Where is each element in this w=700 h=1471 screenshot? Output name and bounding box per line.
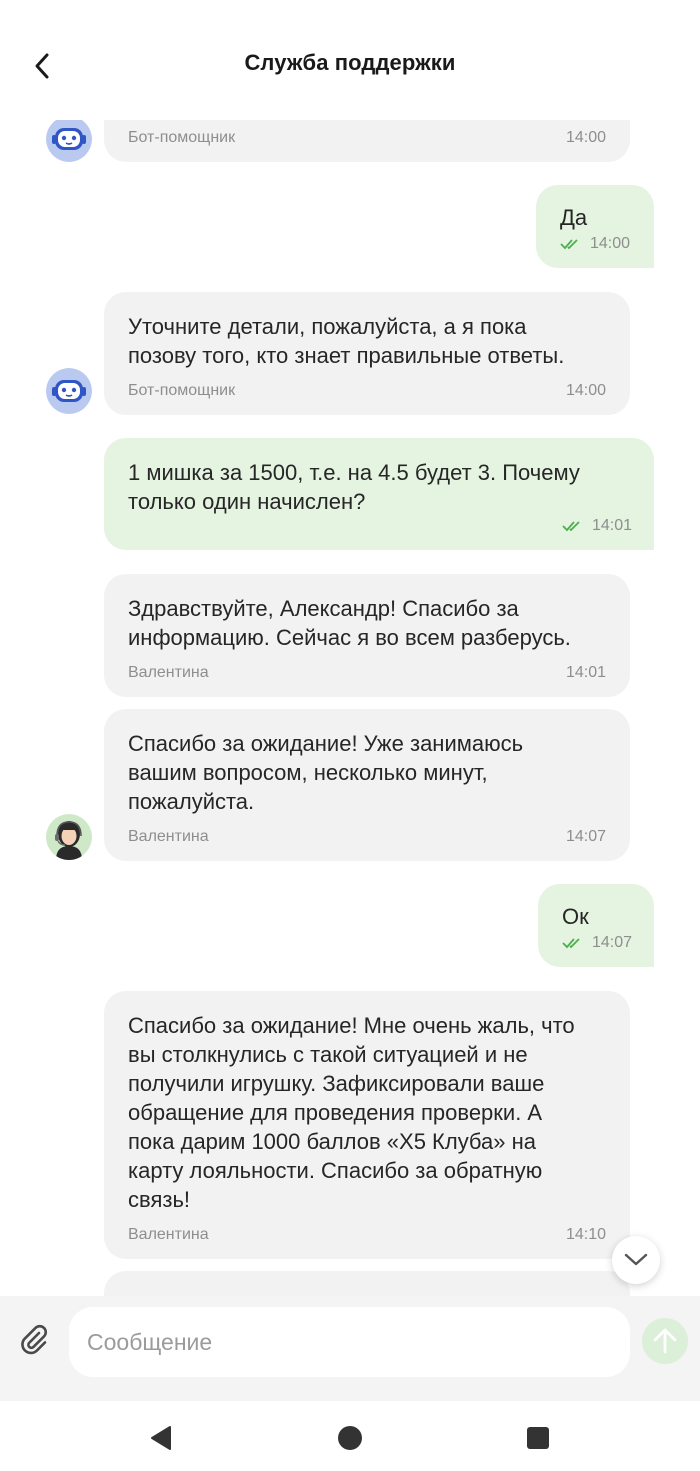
- message-meta: 14:01: [562, 516, 632, 536]
- message-list[interactable]: Бот-помощник 14:00 Да 14:00 Уточните дет…: [0, 120, 700, 1296]
- message-bubble-incoming: Здравствуйте, Александр! Спасибо за инфо…: [104, 574, 630, 697]
- bot-avatar: [46, 368, 92, 414]
- double-check-icon: [562, 521, 580, 532]
- chat-header: Служба поддержки: [0, 10, 700, 120]
- attach-button[interactable]: [14, 1320, 54, 1360]
- message-bubble-outgoing: Ок 14:07: [538, 884, 654, 967]
- double-check-icon: [560, 239, 578, 250]
- message-time: 14:00: [565, 129, 606, 146]
- system-nav-bar: [0, 1401, 700, 1471]
- page-title: Служба поддержки: [244, 50, 456, 75]
- message-bubble-incoming: Бот-помощник 14:00: [104, 120, 630, 162]
- message-bubble-incoming: Спасибо за ожидание! Уже занимаюсь вашим…: [104, 709, 630, 861]
- bot-avatar: [46, 120, 92, 162]
- scroll-down-button[interactable]: [612, 1236, 660, 1284]
- message-meta: Валентина 14:10: [128, 1225, 606, 1245]
- chevron-down-icon: [624, 1253, 648, 1266]
- arrow-up-icon: [653, 1328, 677, 1354]
- message-time: 14:01: [591, 517, 632, 534]
- message-input[interactable]: [69, 1307, 630, 1377]
- message-author: Валентина: [128, 664, 209, 681]
- status-bar: [0, 0, 700, 10]
- message-bubble-outgoing: Да 14:00: [536, 185, 654, 268]
- message-time: 14:00: [565, 382, 606, 399]
- message-time: 14:01: [565, 664, 606, 681]
- circle-home-icon: [338, 1426, 362, 1450]
- double-check-icon: [562, 938, 580, 949]
- nav-back-button[interactable]: [146, 1423, 176, 1453]
- paperclip-icon: [21, 1324, 47, 1355]
- message-bubble-incoming: Спасибо за ожидание! Мне очень жаль, что…: [104, 991, 630, 1259]
- message-composer: [0, 1296, 700, 1401]
- nav-recents-button[interactable]: [523, 1423, 553, 1453]
- agent-avatar: [46, 814, 92, 860]
- message-time: 14:07: [565, 828, 606, 845]
- nav-home-button[interactable]: [335, 1423, 365, 1453]
- message-meta: Бот-помощник 14:00: [128, 381, 606, 401]
- message-meta: Валентина 14:07: [128, 827, 606, 847]
- message-meta: 14:00: [560, 234, 630, 254]
- message-author: Бот-помощник: [128, 129, 236, 146]
- robot-icon: [46, 368, 92, 414]
- support-agent-icon: [46, 814, 92, 860]
- message-meta: Валентина 14:01: [128, 663, 606, 683]
- message-author: Валентина: [128, 1226, 209, 1243]
- square-recents-icon: [527, 1427, 549, 1449]
- message-bubble-incoming: Уточните детали, пожалуйста, а я пока по…: [104, 292, 630, 415]
- message-time: 14:00: [589, 235, 630, 252]
- send-button[interactable]: [642, 1318, 688, 1364]
- message-meta: 14:07: [562, 933, 632, 953]
- message-author: Валентина: [128, 828, 209, 845]
- message-meta: Бот-помощник 14:00: [128, 128, 606, 148]
- triangle-back-icon: [151, 1426, 171, 1450]
- message-bubble-outgoing: 1 мишка за 1500, т.е. на 4.5 будет 3. По…: [104, 438, 654, 550]
- message-time: 14:10: [565, 1226, 606, 1243]
- message-author: Бот-помощник: [128, 382, 236, 399]
- robot-icon: [46, 120, 92, 162]
- message-time: 14:07: [591, 934, 632, 951]
- message-bubble-incoming-partial: [104, 1271, 630, 1296]
